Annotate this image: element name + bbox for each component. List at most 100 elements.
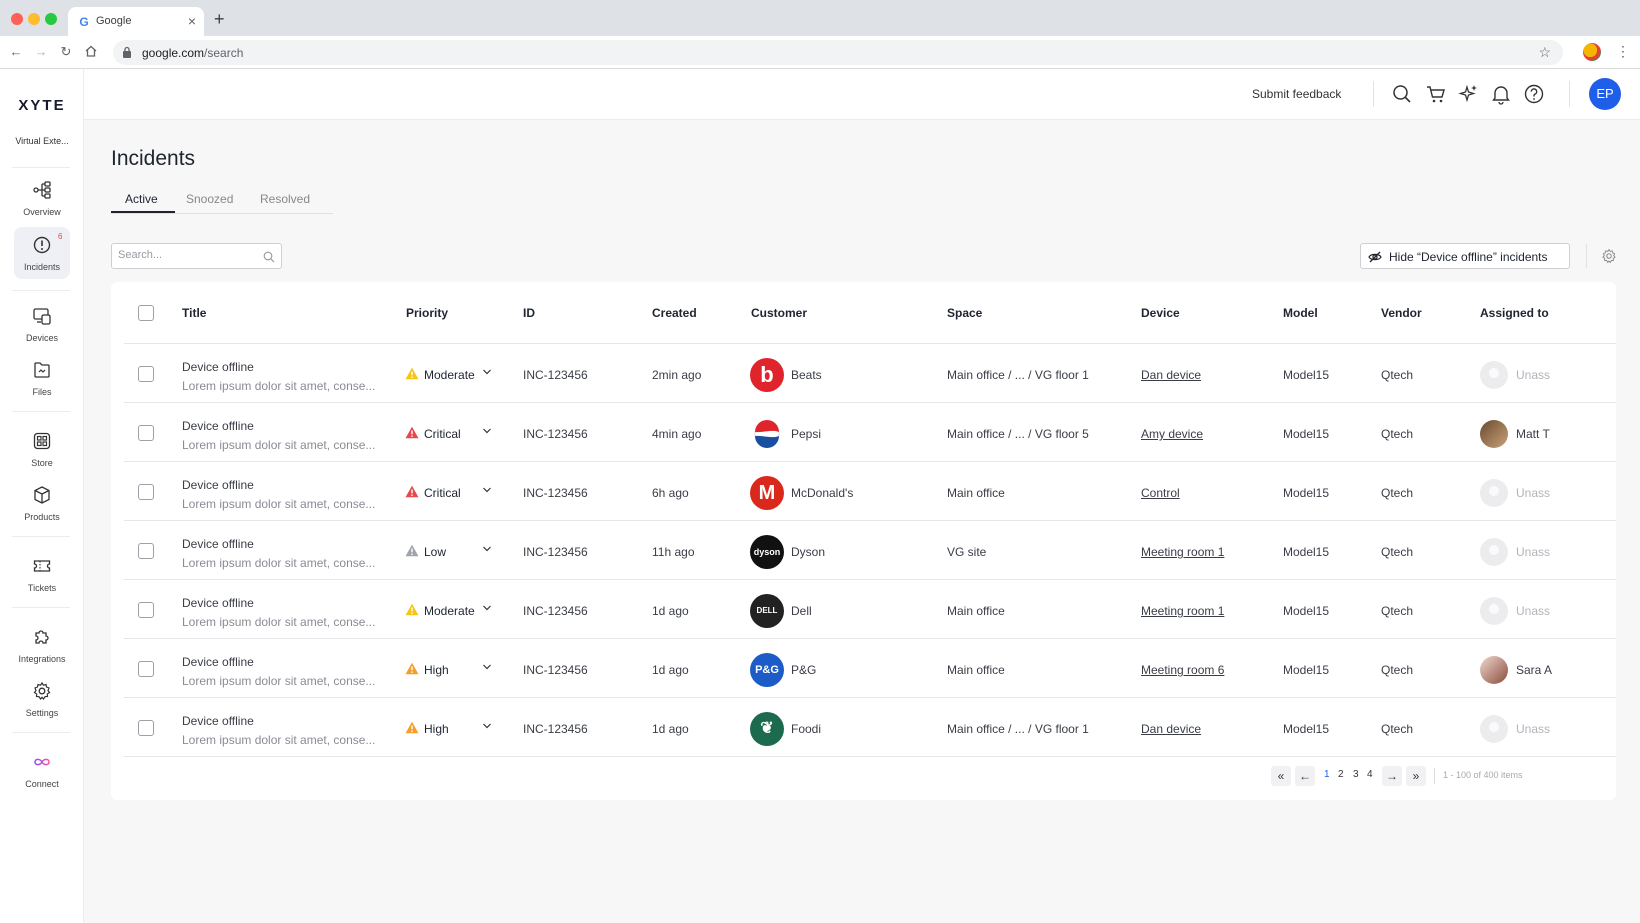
bookmark-star-icon[interactable]: ☆ (1538, 44, 1551, 61)
row-checkbox[interactable] (138, 543, 154, 559)
chevron-down-icon[interactable] (482, 603, 492, 613)
column-header-device[interactable]: Device (1141, 306, 1180, 320)
back-icon[interactable]: ← (8, 44, 24, 60)
incident-title[interactable]: Device offline (182, 478, 254, 492)
chevron-down-icon[interactable] (482, 426, 492, 436)
chevron-down-icon[interactable] (482, 662, 492, 672)
minimize-window-button[interactable] (28, 13, 40, 25)
submit-feedback-link[interactable]: Submit feedback (1252, 87, 1341, 101)
tab-resolved[interactable]: Resolved (260, 192, 310, 206)
column-header-created[interactable]: Created (652, 306, 697, 320)
incident-title[interactable]: Device offline (182, 360, 254, 374)
device-link[interactable]: Meeting room 1 (1141, 604, 1224, 618)
row-checkbox[interactable] (138, 366, 154, 382)
close-window-button[interactable] (11, 13, 23, 25)
column-header-vendor[interactable]: Vendor (1381, 306, 1422, 320)
reload-icon[interactable]: ↻ (58, 44, 74, 60)
row-checkbox[interactable] (138, 425, 154, 441)
page-number[interactable]: 4 (1367, 769, 1373, 780)
device-link[interactable]: Meeting room 6 (1141, 663, 1224, 677)
incident-title[interactable]: Device offline (182, 655, 254, 669)
assignee-avatar[interactable] (1480, 597, 1508, 625)
column-header-assigned-to[interactable]: Assigned to (1480, 306, 1549, 320)
sidebar-item-incidents[interactable]: 6 Incidents (14, 227, 70, 279)
row-checkbox[interactable] (138, 602, 154, 618)
incident-title[interactable]: Device offline (182, 714, 254, 728)
device-link[interactable]: Amy device (1141, 427, 1203, 441)
sidebar-item-overview[interactable]: Overview (14, 172, 70, 224)
sidebar-item-devices[interactable]: Devices (14, 298, 70, 350)
prev-page-button[interactable]: ← (1295, 766, 1315, 786)
row-checkbox[interactable] (138, 484, 154, 500)
table-row[interactable]: Device offline Lorem ipsum dolor sit amet… (111, 698, 1616, 759)
chevron-down-icon[interactable] (482, 721, 492, 731)
assignee-name[interactable]: Unass (1516, 486, 1550, 500)
table-settings-gear-icon[interactable] (1601, 248, 1617, 264)
hide-offline-incidents-button[interactable]: Hide “Device offline” incidents (1360, 243, 1570, 269)
table-row[interactable]: Device offline Lorem ipsum dolor sit amet… (111, 403, 1616, 464)
sidebar-item-products[interactable]: Products (14, 477, 70, 529)
home-icon[interactable] (83, 44, 99, 60)
table-row[interactable]: Device offline Lorem ipsum dolor sit amet… (111, 344, 1616, 405)
assignee-avatar[interactable] (1480, 656, 1508, 684)
tab-active[interactable]: Active (125, 192, 158, 206)
page-number[interactable]: 3 (1353, 769, 1359, 780)
device-link[interactable]: Dan device (1141, 722, 1201, 736)
chevron-down-icon[interactable] (482, 367, 492, 377)
user-avatar[interactable]: EP (1589, 78, 1621, 110)
last-page-button[interactable]: » (1406, 766, 1426, 786)
sparkle-ai-icon[interactable] (1458, 83, 1480, 105)
next-page-button[interactable]: → (1382, 766, 1402, 786)
assignee-name[interactable]: Unass (1516, 722, 1550, 736)
bell-icon[interactable] (1490, 83, 1512, 105)
column-header-space[interactable]: Space (947, 306, 982, 320)
browser-tab[interactable]: G Google × (68, 7, 204, 36)
sidebar-item-files[interactable]: Files (14, 352, 70, 404)
table-row[interactable]: Device offline Lorem ipsum dolor sit amet… (111, 639, 1616, 700)
column-header-id[interactable]: ID (523, 306, 535, 320)
help-icon[interactable] (1523, 83, 1545, 105)
cart-icon[interactable] (1425, 83, 1447, 105)
address-bar[interactable]: google.com/search ☆ (113, 40, 1563, 65)
column-header-title[interactable]: Title (182, 306, 206, 320)
device-link[interactable]: Control (1141, 486, 1180, 500)
priority-value[interactable]: Critical (424, 486, 461, 500)
chevron-down-icon[interactable] (482, 485, 492, 495)
priority-value[interactable]: Moderate (424, 604, 475, 618)
assignee-avatar[interactable] (1480, 420, 1508, 448)
priority-value[interactable]: Critical (424, 427, 461, 441)
priority-value[interactable]: High (424, 722, 449, 736)
assignee-avatar[interactable] (1480, 361, 1508, 389)
row-checkbox[interactable] (138, 720, 154, 736)
incident-title[interactable]: Device offline (182, 596, 254, 610)
sidebar-item-settings[interactable]: Settings (14, 673, 70, 725)
assignee-avatar[interactable] (1480, 479, 1508, 507)
search-field[interactable] (111, 243, 282, 269)
sidebar-item-store[interactable]: Store (14, 423, 70, 475)
table-row[interactable]: Device offline Lorem ipsum dolor sit amet… (111, 462, 1616, 523)
assignee-name[interactable]: Sara A (1516, 663, 1552, 677)
assignee-name[interactable]: Unass (1516, 368, 1550, 382)
close-tab-icon[interactable]: × (188, 13, 196, 29)
tab-snoozed[interactable]: Snoozed (186, 192, 233, 206)
priority-value[interactable]: Low (424, 545, 446, 559)
assignee-name[interactable]: Unass (1516, 604, 1550, 618)
sidebar-item-tickets[interactable]: Tickets (14, 548, 70, 600)
browser-profile-avatar[interactable] (1583, 43, 1601, 61)
table-row[interactable]: Device offline Lorem ipsum dolor sit amet… (111, 521, 1616, 582)
priority-value[interactable]: Moderate (424, 368, 475, 382)
incident-title[interactable]: Device offline (182, 419, 254, 433)
incident-title[interactable]: Device offline (182, 537, 254, 551)
column-header-priority[interactable]: Priority (406, 306, 448, 320)
sidebar-item-connect[interactable]: Connect (14, 744, 70, 796)
search-input[interactable] (118, 249, 258, 261)
forward-icon[interactable]: → (33, 44, 49, 60)
chevron-down-icon[interactable] (482, 544, 492, 554)
column-header-customer[interactable]: Customer (751, 306, 807, 320)
maximize-window-button[interactable] (45, 13, 57, 25)
assignee-name[interactable]: Unass (1516, 545, 1550, 559)
sidebar-item-integrations[interactable]: Integrations (14, 619, 70, 671)
column-header-model[interactable]: Model (1283, 306, 1318, 320)
assignee-avatar[interactable] (1480, 538, 1508, 566)
device-link[interactable]: Dan device (1141, 368, 1201, 382)
